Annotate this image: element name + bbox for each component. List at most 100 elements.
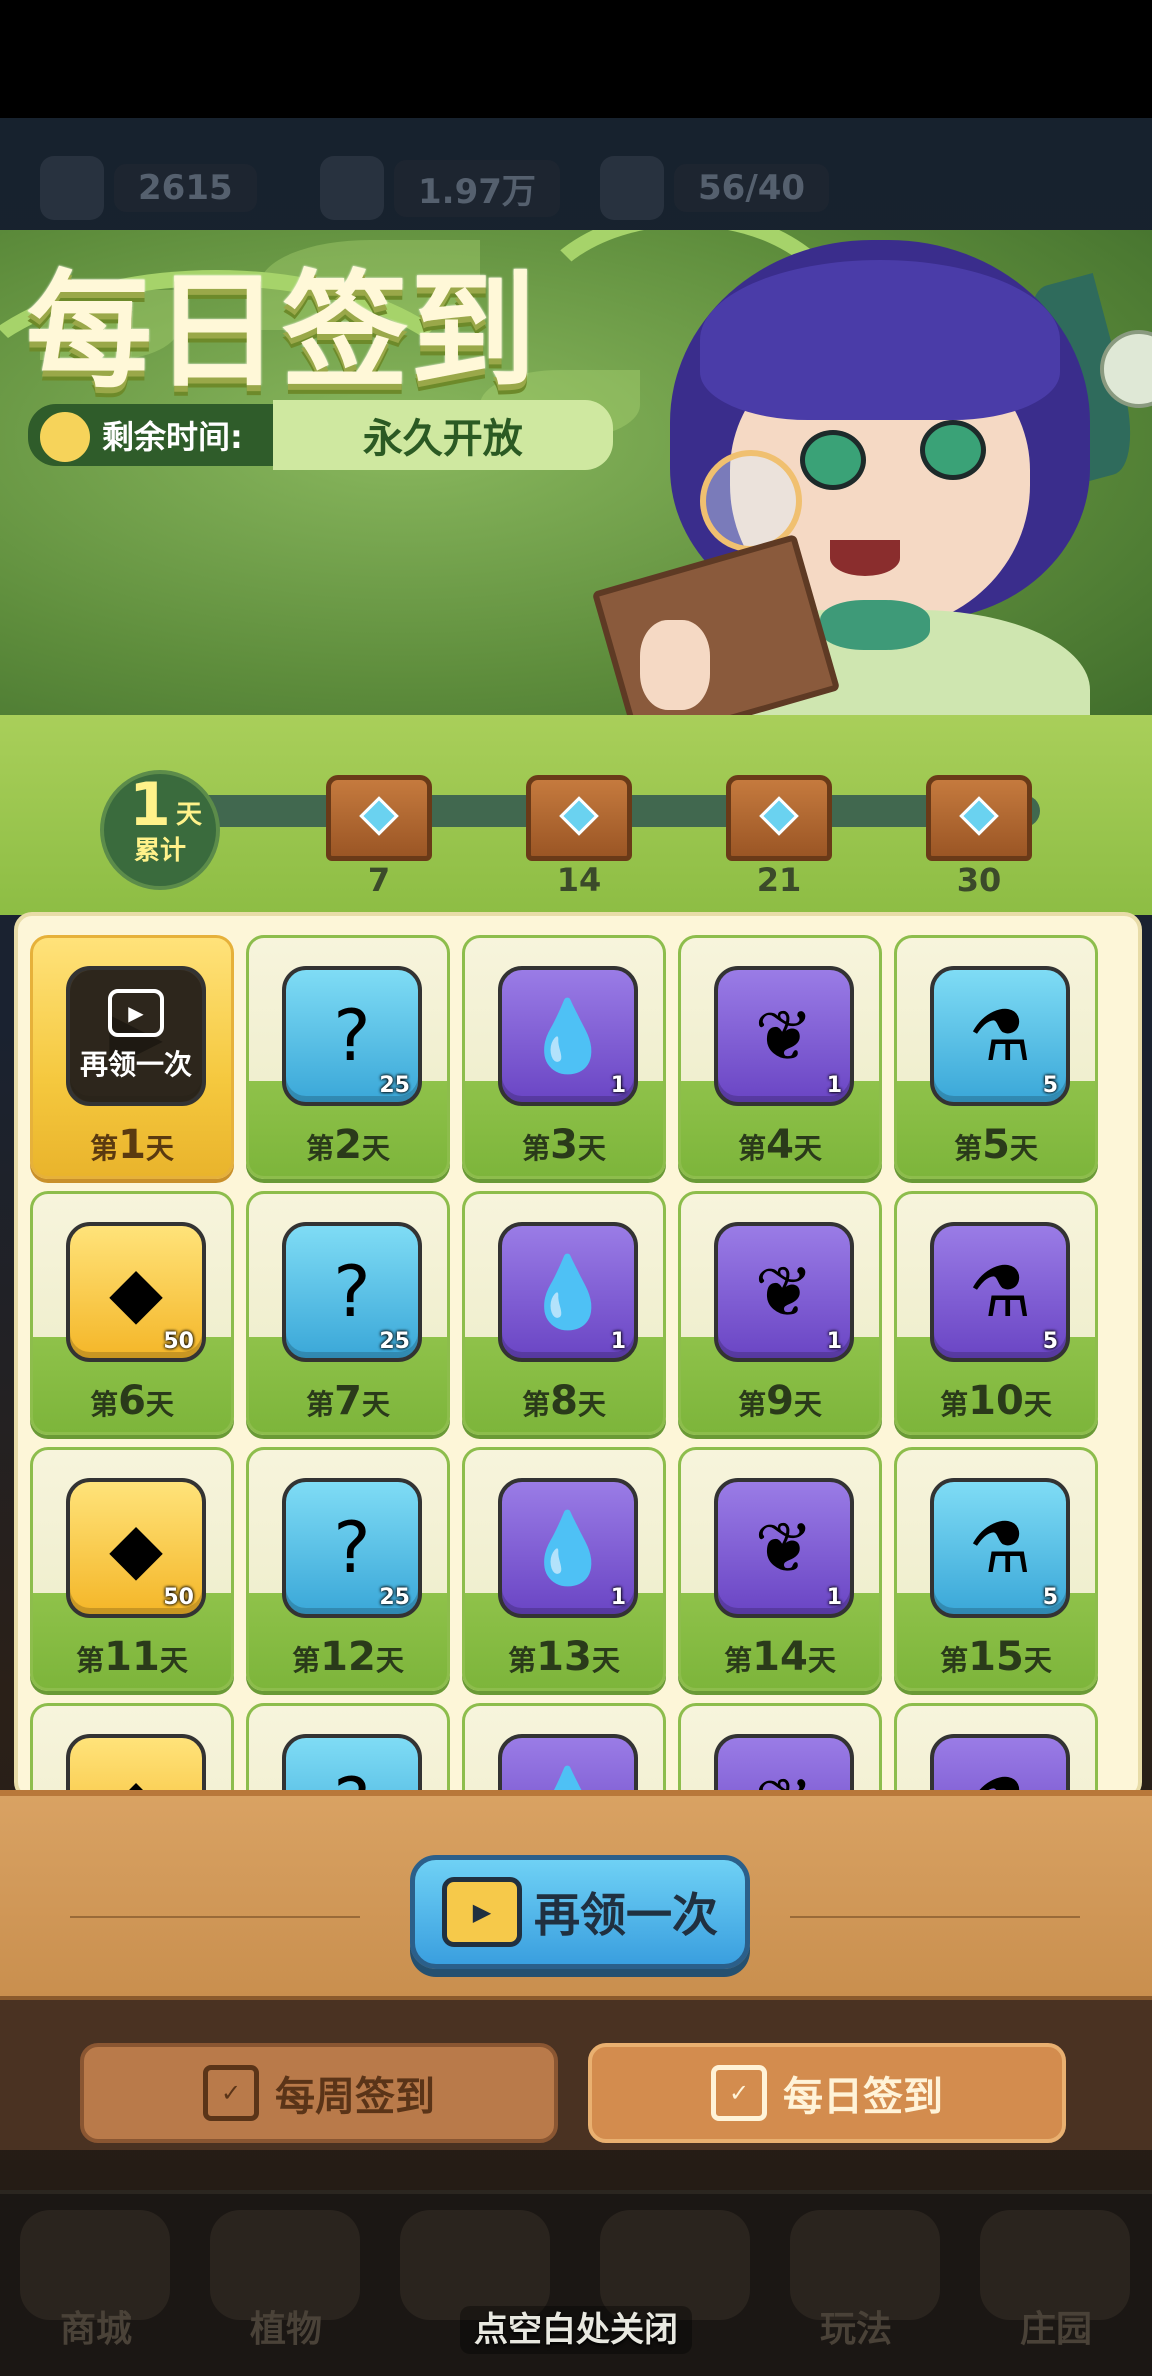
reward-card-day-7[interactable]: ? 25 第7天 (246, 1191, 450, 1435)
reward-quantity: 1 (610, 1329, 626, 1354)
claim-again-button-label: 再领一次 (534, 1888, 718, 1942)
day-label: 第5天 (954, 1122, 1038, 1168)
purple-potion-icon: ⚗ (930, 1734, 1070, 1790)
character-eye (800, 430, 866, 490)
character-bangs (700, 260, 1060, 420)
reward-card-day-next-19[interactable]: ⚗ (894, 1703, 1098, 1790)
diamond-icon: ◆ 50 (66, 1222, 206, 1362)
milestone-label: 7 (367, 861, 391, 899)
day-label: 第6天 (90, 1378, 174, 1424)
day-label: 第7天 (306, 1378, 390, 1424)
mystery-fruit-icon: ? 25 (282, 1478, 422, 1618)
tab-weekly-signin[interactable]: ✓ 每周签到 (80, 2043, 558, 2143)
reward-card-day-5[interactable]: ⚗ 5 第5天 (894, 935, 1098, 1179)
day-label: 第3天 (522, 1122, 606, 1168)
day-label: 第4天 (738, 1122, 822, 1168)
reward-card-day-4[interactable]: ❦ 1 第4天 (678, 935, 882, 1179)
golden-drop-icon: 💧 (498, 1734, 638, 1790)
reward-card-day-14[interactable]: ❦ 1 第14天 (678, 1447, 882, 1691)
gem-icon (959, 796, 999, 836)
daily-reward-grid: ▶▶再领一次第1天?25第2天💧1第3天❦1第4天⚗5第5天◆50第6天?25第… (30, 935, 1120, 1790)
day-label: 第14天 (724, 1634, 836, 1680)
milestone-label: 14 (556, 861, 602, 899)
reward-quantity: 5 (1042, 1073, 1058, 1098)
reward-card-day-15[interactable]: ⚗ 5 第15天 (894, 1447, 1098, 1691)
tab-daily-label: 每日签到 (783, 2074, 943, 2120)
mystery-fruit-icon: ? 25 (282, 1222, 422, 1362)
claim-again-button[interactable]: ▶ 再领一次 (410, 1855, 750, 1969)
gold-coin-icon (320, 156, 384, 220)
status-bar (0, 0, 1152, 118)
blue-potion-icon: ⚗ 5 (930, 966, 1070, 1106)
day-label: 第10天 (940, 1378, 1052, 1424)
day-label: 第13天 (508, 1634, 620, 1680)
reward-card-day-next-15[interactable]: ◆ (30, 1703, 234, 1790)
blue-potion-icon: ⚗ 5 (930, 1478, 1070, 1618)
reward-card-day-12[interactable]: ? 25 第12天 (246, 1447, 450, 1691)
game-screen: 2615 1.97万 56/40 秋千 每日签到 剩余时间: 永久开放 (0, 0, 1152, 2376)
diamond-icon: ◆ 50 (66, 1478, 206, 1618)
character-bow (820, 600, 930, 650)
day-label: 第15天 (940, 1634, 1052, 1680)
calendar-icon: ✓ (203, 2065, 259, 2121)
clock-icon (36, 408, 94, 466)
cumulative-day-badge: 1 天 累计 (100, 770, 220, 890)
reward-quantity: 50 (163, 1329, 194, 1354)
remaining-time-value: 永久开放 (272, 400, 613, 470)
diamond-icon: ◆ (66, 1734, 206, 1790)
gem-icon (759, 796, 799, 836)
close-hint[interactable]: 点空白处关闭 (0, 2302, 1152, 2354)
reward-chest-30[interactable] (926, 775, 1032, 861)
reward-card-day-1[interactable]: ▶▶再领一次第1天 (30, 935, 234, 1179)
mystery-fruit-icon: ? (282, 1734, 422, 1790)
cumulative-progress: 1 天 累计 7 14 21 30 (0, 715, 1152, 915)
reward-chest-7[interactable] (326, 775, 432, 861)
reward-card-day-next-18[interactable]: ❦ (678, 1703, 882, 1790)
reward-quantity: 5 (1042, 1585, 1058, 1610)
reward-quantity: 25 (379, 1073, 410, 1098)
leaf-icon: ❦ 1 (714, 1222, 854, 1362)
reward-card-day-13[interactable]: 💧 1 第13天 (462, 1447, 666, 1691)
reward-card-day-6[interactable]: ◆ 50 第6天 (30, 1191, 234, 1435)
golden-drop-icon: 💧 1 (498, 1222, 638, 1362)
tab-daily-signin[interactable]: ✓ 每日签到 (588, 2043, 1066, 2143)
gem-icon (359, 796, 399, 836)
reward-quantity: 50 (163, 1585, 194, 1610)
reward-quantity: 1 (826, 1073, 842, 1098)
play-icon: ▶ (108, 989, 164, 1037)
diamond-icon (40, 156, 104, 220)
calendar-icon: ✓ (711, 2065, 767, 2121)
divider (790, 1916, 1080, 1918)
reward-card-day-8[interactable]: 💧 1 第8天 (462, 1191, 666, 1435)
reward-quantity: 1 (610, 1585, 626, 1610)
character-eye (920, 420, 986, 480)
day-label: 第1天 (90, 1122, 174, 1168)
mystery-fruit-icon: ? 25 (282, 966, 422, 1106)
reward-card-day-3[interactable]: 💧 1 第3天 (462, 935, 666, 1179)
reward-quantity: 1 (826, 1329, 842, 1354)
tab-weekly-label: 每周签到 (275, 2074, 435, 2120)
character-mouth (830, 540, 900, 576)
divider (70, 1916, 360, 1918)
resource-energy: 56/40 (600, 156, 830, 220)
reward-card-day-next-17[interactable]: 💧 (462, 1703, 666, 1790)
gem-icon (559, 796, 599, 836)
purple-potion-icon: ⚗ 5 (930, 1222, 1070, 1362)
video-icon: ▶ (442, 1877, 522, 1947)
claim-again-overlay[interactable]: ▶ 再领一次 (70, 970, 202, 1102)
reward-quantity: 25 (379, 1329, 410, 1354)
reward-card-day-9[interactable]: ❦ 1 第9天 (678, 1191, 882, 1435)
reward-quantity: 25 (379, 1585, 410, 1610)
reward-card-day-2[interactable]: ? 25 第2天 (246, 935, 450, 1179)
reward-card-day-10[interactable]: ⚗ 5 第10天 (894, 1191, 1098, 1435)
reward-card-day-11[interactable]: ◆ 50 第11天 (30, 1447, 234, 1691)
day-label: 第9天 (738, 1378, 822, 1424)
reward-card-day-next-16[interactable]: ? (246, 1703, 450, 1790)
character-hand (640, 620, 710, 710)
reward-chest-14[interactable] (526, 775, 632, 861)
reward-chest-21[interactable] (726, 775, 832, 861)
leaf-icon: ❦ 1 (714, 966, 854, 1106)
day-label: 第11天 (76, 1634, 188, 1680)
day-label: 第12天 (292, 1634, 404, 1680)
day-label: 第8天 (522, 1378, 606, 1424)
